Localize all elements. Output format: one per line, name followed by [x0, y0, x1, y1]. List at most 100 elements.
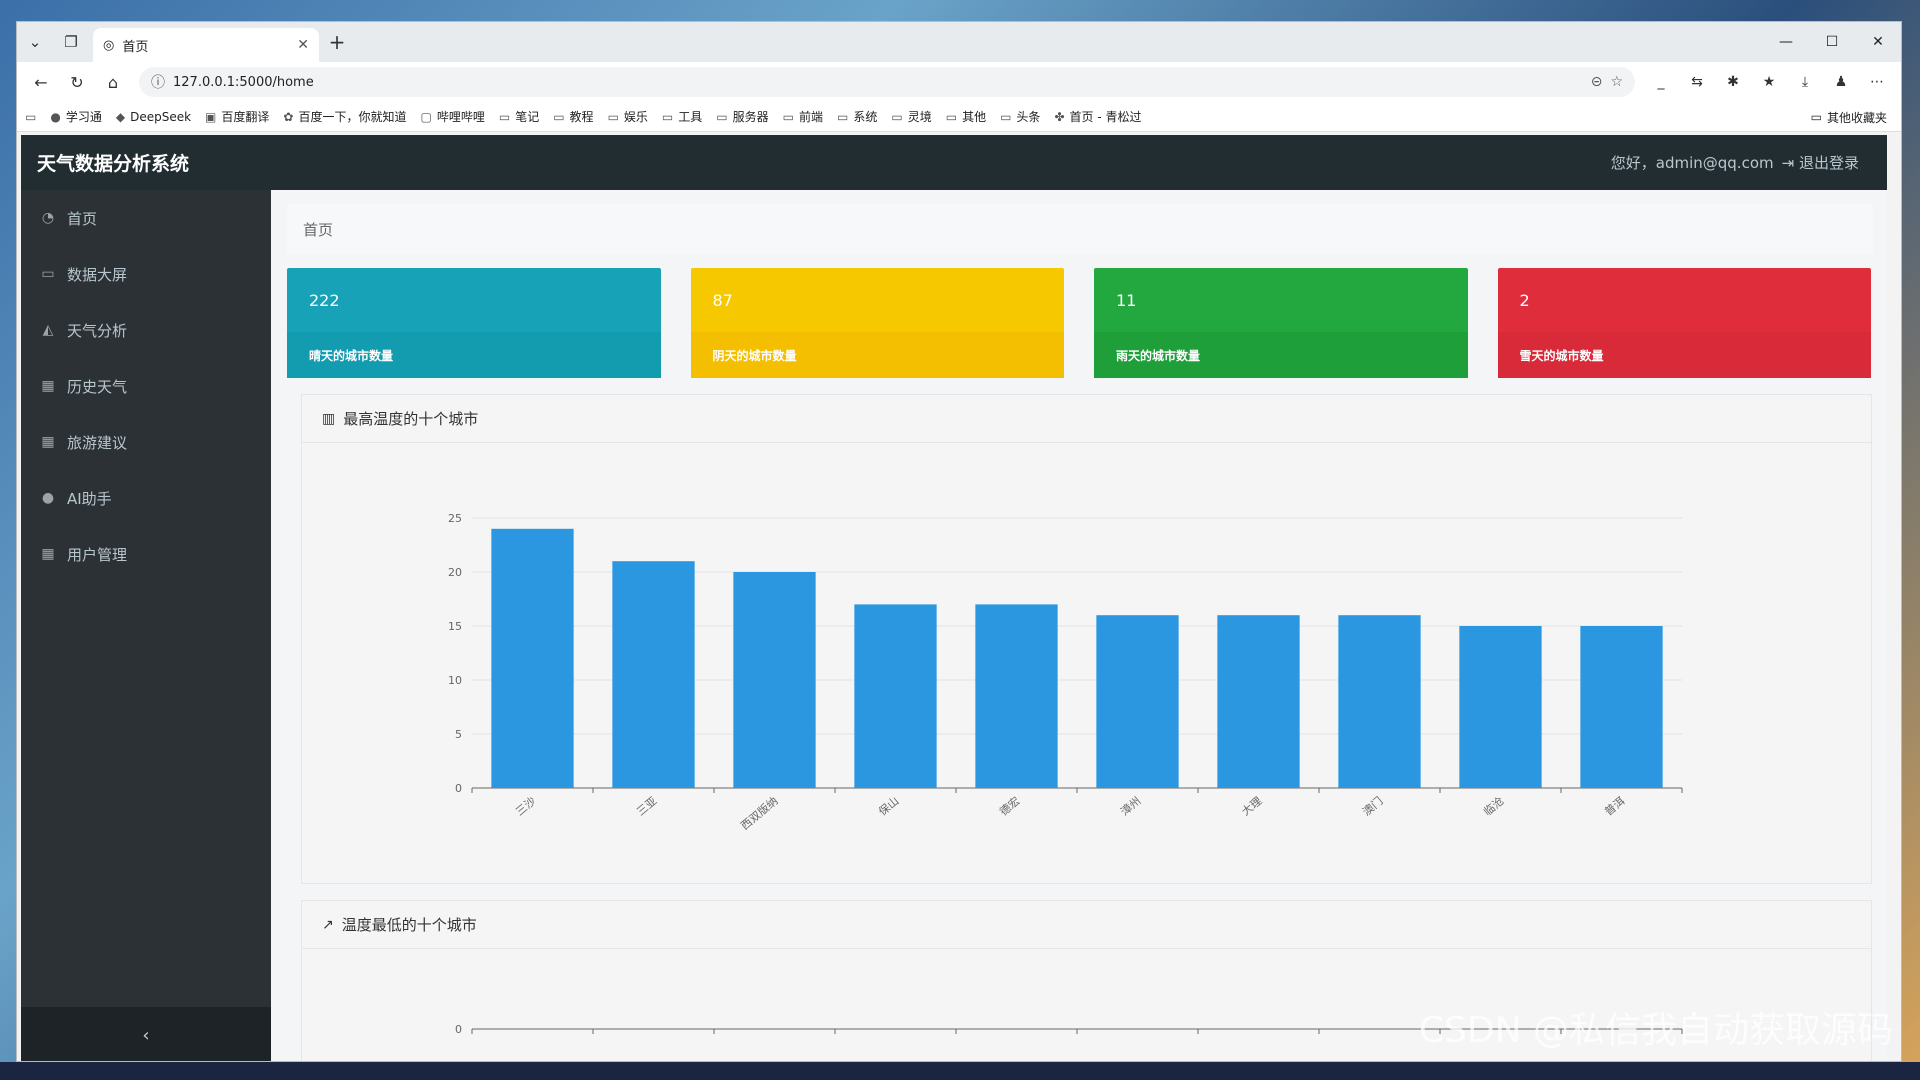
app-brand[interactable]: 天气数据分析系统	[37, 149, 189, 176]
bookmark-folder[interactable]: ▭ 工具	[662, 108, 702, 125]
profile-icon[interactable]: ♟	[1825, 66, 1857, 98]
sidebar-item-user-management[interactable]: ▦ 用户管理	[21, 526, 271, 582]
watermark: CSDN @私信我自动获取源码	[1418, 1010, 1893, 1051]
bookmark-folder[interactable]: ▭ 灵境	[891, 108, 931, 125]
tab-strip: ⌄ ❐ ◎ 首页 ✕ + — ☐ ✕	[17, 22, 1901, 62]
back-button[interactable]: ←	[25, 66, 57, 98]
breadcrumb-home[interactable]: 首页	[303, 219, 333, 240]
folder-icon: ▭	[891, 109, 903, 124]
desktop-wallpaper	[0, 1062, 1920, 1080]
whale-icon: ◆	[115, 109, 126, 124]
bookmark-folder[interactable]: ▭ 其他	[946, 108, 986, 125]
x-tick-label: 大理	[1239, 794, 1265, 819]
stat-card-rainy: 11 雨天的城市数量	[1094, 268, 1468, 378]
close-tab-icon[interactable]: ✕	[297, 37, 309, 53]
folder-icon: ▭	[661, 109, 674, 124]
bookmark-item[interactable]: ◆ DeepSeek	[116, 110, 191, 124]
extensions-icon[interactable]: ✱	[1717, 66, 1749, 98]
bookmark-folder[interactable]: ▭ 娱乐	[608, 108, 648, 125]
new-tab-button[interactable]: +	[319, 30, 355, 54]
globe-icon: ◎	[103, 37, 115, 53]
sidebar-item-history-weather[interactable]: ▦ 历史天气	[21, 358, 271, 414]
bar-chart-icon: ▥	[322, 410, 336, 427]
site-icon: ●	[50, 109, 61, 124]
app-header: 天气数据分析系统 您好，admin@qq.com ⇥ 退出登录	[21, 135, 1887, 190]
close-window-button[interactable]: ✕	[1855, 22, 1901, 62]
x-tick-label: 临沧	[1481, 794, 1507, 819]
stat-cards: 222 晴天的城市数量 87 阴天的城市数量 11 雨天的城市数量 2 雪天的城…	[271, 254, 1887, 378]
bookmark-folder[interactable]: ▭ 系统	[837, 108, 877, 125]
favorites-icon[interactable]: ★	[1753, 66, 1785, 98]
table-icon: ▦	[41, 434, 55, 450]
sidebar-item-travel-advice[interactable]: ▦ 旅游建议	[21, 414, 271, 470]
bar	[491, 528, 574, 788]
bookmark-folder[interactable]: ▭ 笔记	[499, 108, 539, 125]
leaf-icon: ✤	[1054, 109, 1065, 124]
folder-icon: ▭	[553, 109, 565, 124]
bookmark-item[interactable]: ▣ 百度翻译	[205, 108, 269, 125]
x-tick-label: 德宏	[997, 794, 1023, 819]
more-menu-icon[interactable]: ⋯	[1861, 66, 1893, 98]
sidebar-collapse-button[interactable]: ‹	[21, 1007, 271, 1061]
folder-icon: ▭	[1000, 109, 1012, 124]
logout-link[interactable]: ⇥ 退出登录	[1782, 152, 1859, 173]
bookmark-folder[interactable]: ▭ 服务器	[716, 108, 768, 125]
bar	[854, 604, 937, 788]
refresh-button[interactable]: ↻	[61, 66, 93, 98]
x-tick-label: 西双版纳	[738, 794, 781, 833]
favorite-star-icon[interactable]: ☆	[1610, 74, 1623, 90]
bookmark-item[interactable]: ▢ 哔哩哔哩	[420, 108, 484, 125]
sidebar-item-data-screen[interactable]: ▭ 数据大屏	[21, 246, 271, 302]
paw-icon: ✿	[283, 109, 294, 124]
bookmark-item[interactable]: ● 学习通	[50, 108, 102, 125]
bar	[1338, 615, 1421, 788]
download-icon[interactable]: ⤓	[1789, 66, 1821, 98]
bar	[1580, 626, 1663, 788]
sidebar-item-home[interactable]: ◔ 首页	[21, 190, 271, 246]
folder-icon: ▭	[607, 109, 619, 124]
translate-icon[interactable]: ⇆	[1681, 66, 1713, 98]
info-icon[interactable]: ⓘ	[151, 72, 165, 92]
bookmarks-bar: ▭ ● 学习通 ◆ DeepSeek ▣ 百度翻译 ✿ 百度一下，你就知道 ▢ 哔哩哔哩 …	[17, 102, 1901, 132]
tab-home[interactable]: ◎ 首页 ✕	[93, 28, 319, 62]
bookmark-item[interactable]: ✤ 首页 - 青松过	[1054, 108, 1141, 125]
app-root: 天气数据分析系统 您好，admin@qq.com ⇥ 退出登录 ◔ 首页 ▭ 数据大…	[21, 135, 1887, 1061]
y-tick-label: 0	[455, 782, 462, 795]
browser-window: ⌄ ❐ ◎ 首页 ✕ + — ☐ ✕ ← ↻ ⌂ ⓘ 127.0.0.1:500…	[16, 21, 1902, 1062]
folder-icon: ▭	[498, 109, 511, 124]
bookmark-folder[interactable]: ▭ 头条	[1000, 108, 1040, 125]
x-tick-label: 三沙	[513, 794, 538, 818]
stat-card-snowy: 2 雪天的城市数量	[1497, 268, 1871, 378]
home-button[interactable]: ⌂	[97, 66, 129, 98]
x-tick-label: 澳门	[1360, 794, 1386, 819]
folder-icon: ▭	[782, 109, 794, 124]
address-bar[interactable]: ⓘ 127.0.0.1:5000/home ⊝ ☆	[139, 67, 1635, 97]
reader-icon[interactable]: ⊝	[1591, 74, 1603, 90]
stat-value: 222	[309, 290, 340, 310]
user-area: 您好，admin@qq.com ⇥ 退出登录	[1611, 152, 1859, 173]
navigation-bar: ← ↻ ⌂ ⓘ 127.0.0.1:5000/home ⊝ ☆ _ ⇆ ✱ ★ …	[17, 62, 1901, 102]
y-tick-label: 15	[448, 620, 462, 633]
translate-icon: ▣	[205, 109, 217, 124]
workspaces-icon[interactable]: ❐	[53, 22, 89, 62]
sidebar-item-weather-analysis[interactable]: ◭ 天气分析	[21, 302, 271, 358]
download-progress-icon[interactable]: _	[1645, 66, 1677, 98]
bookmark-folder[interactable]: ▭ 前端	[783, 108, 823, 125]
bookmark-toggle-icon[interactable]: ▭	[25, 110, 36, 124]
folder-icon: ▭	[837, 109, 849, 124]
bar	[975, 604, 1058, 788]
table-icon: ▦	[41, 546, 55, 562]
panel-header: ▥ 最高温度的十个城市	[302, 395, 1871, 443]
user-greeting: 您好，admin@qq.com	[1610, 154, 1774, 172]
other-bookmarks-folder[interactable]: ▭ 其他收藏夹	[1811, 102, 1887, 132]
sidebar-item-ai-assistant[interactable]: ● AI助手	[21, 470, 271, 526]
area-chart-icon: ◭	[42, 322, 54, 338]
x-tick-label: 三亚	[634, 794, 659, 818]
maximize-button[interactable]: ☐	[1809, 22, 1855, 62]
bookmark-folder[interactable]: ▭ 教程	[553, 108, 593, 125]
tab-list-icon[interactable]: ⌄	[17, 22, 53, 62]
bookmark-item[interactable]: ✿ 百度一下，你就知道	[283, 108, 406, 125]
minimize-button[interactable]: —	[1763, 22, 1809, 62]
breadcrumb: 首页	[287, 204, 1873, 254]
stat-label: 阴天的城市数量	[690, 332, 1064, 378]
